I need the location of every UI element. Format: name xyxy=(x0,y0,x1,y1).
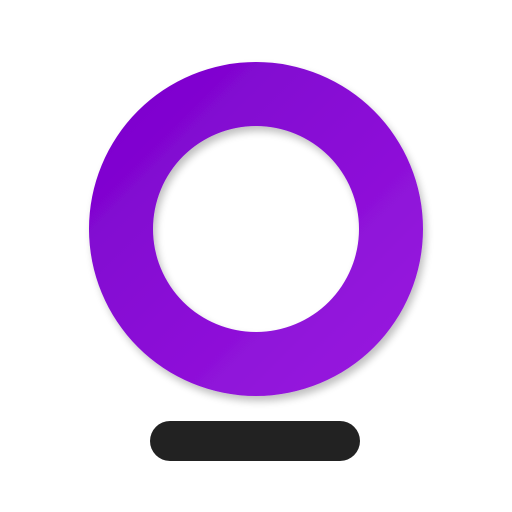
app-logo xyxy=(89,62,423,461)
ring-shape xyxy=(89,62,423,396)
ring-o-icon xyxy=(89,62,423,396)
underline-bar xyxy=(150,421,360,461)
app-icon-canvas xyxy=(0,0,512,512)
